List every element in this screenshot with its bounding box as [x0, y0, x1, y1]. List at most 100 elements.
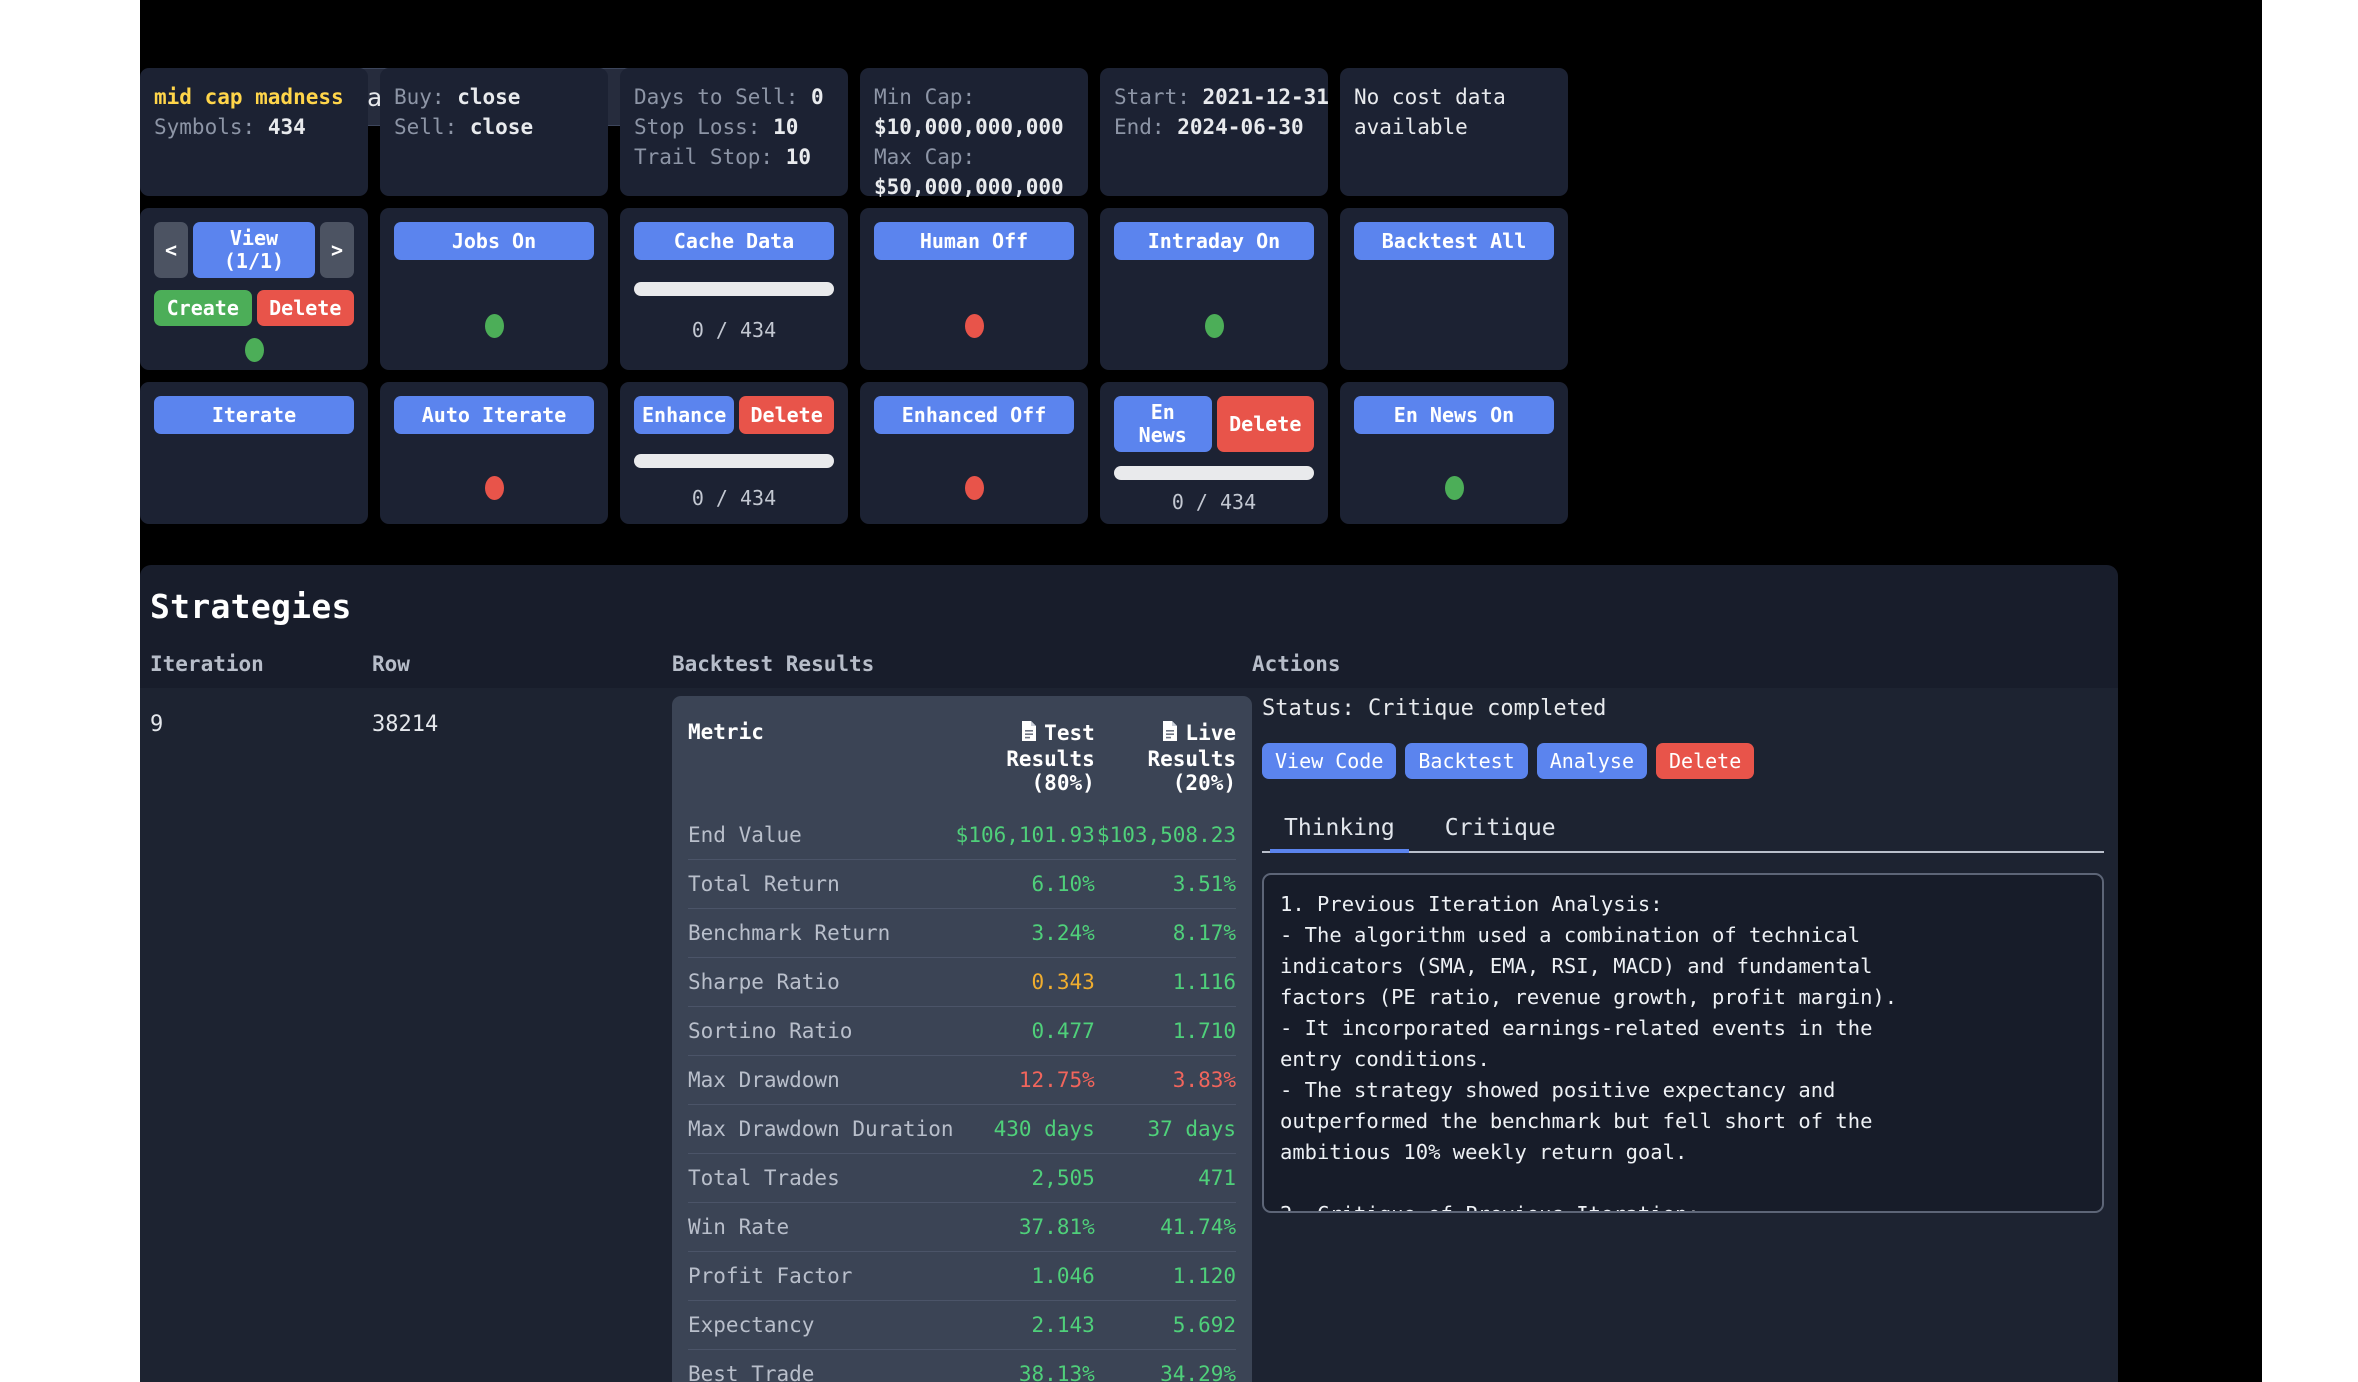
- backtest-row: Sharpe Ratio 0.343 1.116: [688, 957, 1236, 1007]
- backtest-test-value: 2.143: [953, 1300, 1095, 1350]
- iterate-button[interactable]: Iterate: [154, 396, 354, 434]
- trail-stop-label: Trail Stop:: [634, 145, 774, 169]
- table-row[interactable]: 9 38214 Metric Test Results (80%) Live R…: [140, 688, 2118, 1382]
- backtest-test-value: 2,505: [953, 1153, 1095, 1203]
- backtest-metric-label: Sharpe Ratio: [688, 957, 954, 1007]
- human-toggle-button[interactable]: Human Off: [874, 222, 1074, 260]
- enhanced-panel: Enhanced Off: [860, 382, 1088, 524]
- backtest-table-body: End Value $106,101.93 $103,508.23 Total Ret…: [688, 811, 1236, 1382]
- thinking-critique-tabs: Thinking Critique: [1262, 809, 2104, 853]
- tab-thinking[interactable]: Thinking: [1270, 809, 1409, 853]
- backtest-test-value: 0.343: [953, 957, 1095, 1007]
- info-card-date-range: Start: 2021-12-31 End: 2024-06-30: [1100, 68, 1329, 196]
- backtest-row: Sortino Ratio 0.477 1.710: [688, 1006, 1236, 1056]
- symbols-value: 434: [267, 115, 306, 139]
- backtest-all-panel: Backtest All: [1340, 208, 1568, 370]
- column-header-iteration: Iteration: [150, 652, 264, 676]
- enhanced-status-indicator: [964, 476, 984, 500]
- tab-critique[interactable]: Critique: [1431, 809, 1570, 851]
- document-icon[interactable]: [1161, 720, 1179, 747]
- backtest-metric-label: Total Trades: [688, 1153, 954, 1203]
- create-button[interactable]: Create: [154, 290, 252, 326]
- jobs-status-indicator: [484, 314, 504, 338]
- backtest-button[interactable]: Backtest: [1405, 743, 1528, 779]
- enhanced-toggle-button[interactable]: Enhanced Off: [874, 396, 1074, 434]
- backtest-live-value: 34.29%: [1094, 1349, 1236, 1382]
- thinking-text-panel[interactable]: 1. Previous Iteration Analysis: - The al…: [1262, 873, 2104, 1213]
- en-news-button-group: En News Delete: [1114, 396, 1314, 452]
- backtest-row: Max Drawdown 12.75% 3.83%: [688, 1055, 1236, 1105]
- info-cards-row: mid cap madness Symbols: 434 Buy: close …: [140, 68, 1894, 199]
- info-line: Days to Sell: 0: [634, 82, 834, 112]
- top-controls-area: mid cap madness mid cap madness Symbols:…: [140, 0, 2262, 565]
- backtest-live-value: 1.710: [1094, 1006, 1236, 1056]
- backtest-row: Total Return 6.10% 3.51%: [688, 859, 1236, 909]
- action-row-2: Iterate Auto Iterate Enhance Delete 0 / …: [140, 382, 1894, 524]
- cost-data-line-2: available: [1354, 115, 1468, 139]
- days-to-sell-value: 0: [811, 85, 824, 109]
- backtest-test-value: 430 days: [953, 1104, 1095, 1154]
- view-next-button[interactable]: >: [320, 222, 354, 278]
- en-news-toggle-button[interactable]: En News On: [1354, 396, 1554, 434]
- backtest-live-value: 1.120: [1094, 1251, 1236, 1301]
- analyse-button[interactable]: Analyse: [1536, 743, 1647, 779]
- enhance-progress-slider[interactable]: [634, 454, 834, 468]
- info-line: Stop Loss: 10: [634, 112, 834, 142]
- page-root: mid cap madness mid cap madness Symbols:…: [0, 0, 2358, 1382]
- backtest-metric-label: Expectancy: [688, 1300, 954, 1350]
- max-cap-label: Max Cap:: [874, 145, 976, 169]
- buy-label: Buy:: [394, 85, 445, 109]
- auto-iterate-button[interactable]: Auto Iterate: [394, 396, 594, 434]
- intraday-toggle-button[interactable]: Intraday On: [1114, 222, 1314, 260]
- backtest-live-value: 1.116: [1094, 957, 1236, 1007]
- enhance-delete-button[interactable]: Delete: [739, 396, 834, 434]
- backtest-live-value: $103,508.23: [1096, 823, 1236, 847]
- iterate-panel: Iterate: [140, 382, 368, 524]
- en-news-button[interactable]: En News: [1114, 396, 1212, 452]
- human-panel: Human Off: [860, 208, 1088, 370]
- enhance-button[interactable]: Enhance: [634, 396, 735, 434]
- info-line: Buy: close: [394, 82, 594, 112]
- start-label: Start:: [1114, 85, 1190, 109]
- en-news-progress-slider[interactable]: [1114, 466, 1314, 480]
- view-panel: < View (1/1) > Create Delete: [140, 208, 368, 370]
- cache-progress-slider[interactable]: [634, 282, 834, 296]
- backtest-metric-label: Win Rate: [688, 1202, 954, 1252]
- info-line: Trail Stop: 10: [634, 142, 834, 172]
- view-code-button[interactable]: View Code: [1262, 743, 1397, 779]
- en-news-delete-button[interactable]: Delete: [1216, 396, 1314, 452]
- backtest-test-value: 3.24%: [953, 908, 1095, 958]
- document-icon[interactable]: [1020, 720, 1038, 747]
- backtest-all-button[interactable]: Backtest All: [1354, 222, 1554, 260]
- backtest-metric-label: Benchmark Return: [688, 908, 954, 958]
- view-page-button[interactable]: View (1/1): [193, 222, 315, 278]
- min-cap-value: $10,000,000,000: [874, 115, 1064, 139]
- cell-row-id: 38214: [372, 712, 439, 737]
- stop-loss-label: Stop Loss:: [634, 115, 761, 139]
- backtest-live-value: 41.74%: [1094, 1202, 1236, 1252]
- sell-label: Sell:: [394, 115, 458, 139]
- enhance-progress-count: 0 / 434: [691, 486, 777, 510]
- view-status-indicator: [244, 338, 264, 362]
- sell-value: close: [469, 115, 534, 139]
- backtest-metric-label: Profit Factor: [688, 1251, 954, 1301]
- backtest-test-value: 6.10%: [953, 859, 1095, 909]
- cell-backtest-results: Metric Test Results (80%) Live Results (…: [672, 688, 1252, 1382]
- th-live-results: Live Results (20%): [1095, 710, 1236, 811]
- cache-data-panel: Cache Data 0 / 434: [620, 208, 848, 370]
- delete-button[interactable]: Delete: [1656, 743, 1755, 779]
- trail-stop-value: 10: [785, 145, 812, 169]
- jobs-toggle-button[interactable]: Jobs On: [394, 222, 594, 260]
- view-prev-button[interactable]: <: [154, 222, 188, 278]
- end-label: End:: [1114, 115, 1165, 139]
- cache-data-button[interactable]: Cache Data: [634, 222, 834, 260]
- th-test-results-line2: (80%): [1031, 771, 1095, 795]
- backtest-row: Win Rate 37.81% 41.74%: [688, 1202, 1236, 1252]
- delete-button[interactable]: Delete: [256, 290, 354, 326]
- info-card-risk: Days to Sell: 0 Stop Loss: 10 Trail Stop…: [620, 68, 848, 196]
- view-button-group: < View (1/1) >: [154, 222, 354, 278]
- backtest-metric-label: Max Drawdown Duration: [688, 1104, 954, 1154]
- symbols-label: Symbols:: [154, 115, 256, 139]
- backtest-live-value: 5.692: [1094, 1300, 1236, 1350]
- backtest-row: End Value $106,101.93 $103,508.23: [688, 811, 1236, 860]
